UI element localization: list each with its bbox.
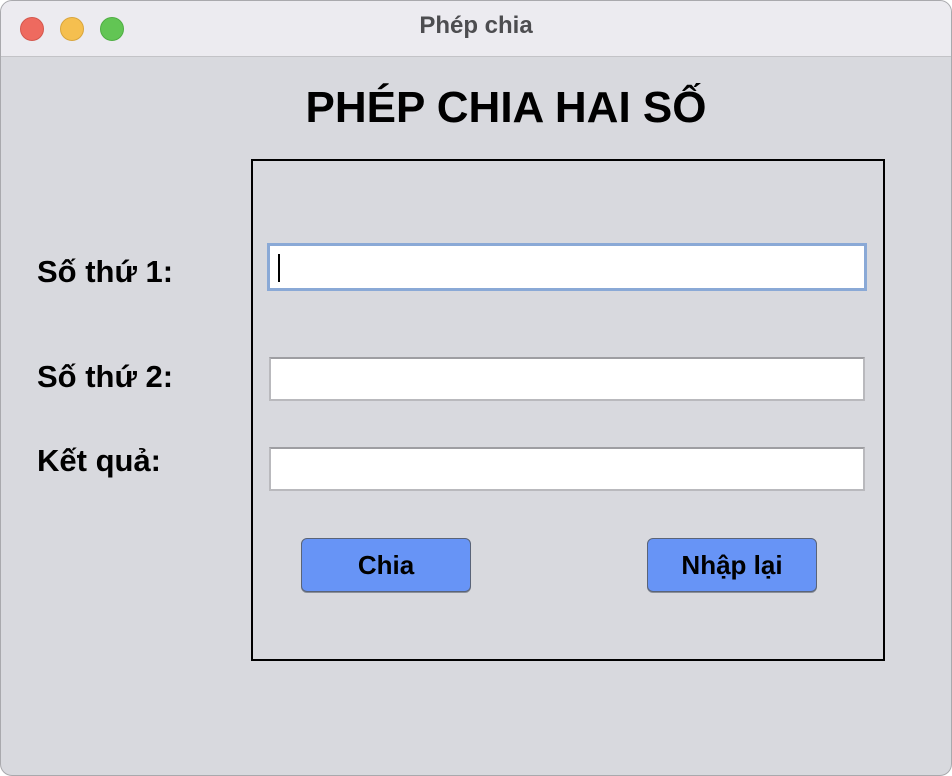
number1-label: Số thứ 1: bbox=[37, 254, 174, 289]
divide-button[interactable]: Chia bbox=[301, 538, 471, 592]
result-label: Kết quả: bbox=[37, 443, 161, 478]
reset-button[interactable]: Nhập lại bbox=[647, 538, 817, 592]
number2-input[interactable] bbox=[269, 357, 865, 401]
title-bar[interactable]: Phép chia bbox=[1, 1, 951, 57]
window-title: Phép chia bbox=[419, 12, 533, 39]
text-caret bbox=[278, 254, 280, 282]
result-field[interactable] bbox=[269, 447, 865, 491]
page-title: PHÉP CHIA HAI SỐ bbox=[305, 83, 707, 132]
app-window: Phép chia PHÉP CHIA HAI SỐ Số thứ 1: Số … bbox=[0, 0, 952, 776]
number2-label: Số thứ 2: bbox=[37, 359, 174, 394]
number1-input[interactable] bbox=[267, 243, 867, 291]
